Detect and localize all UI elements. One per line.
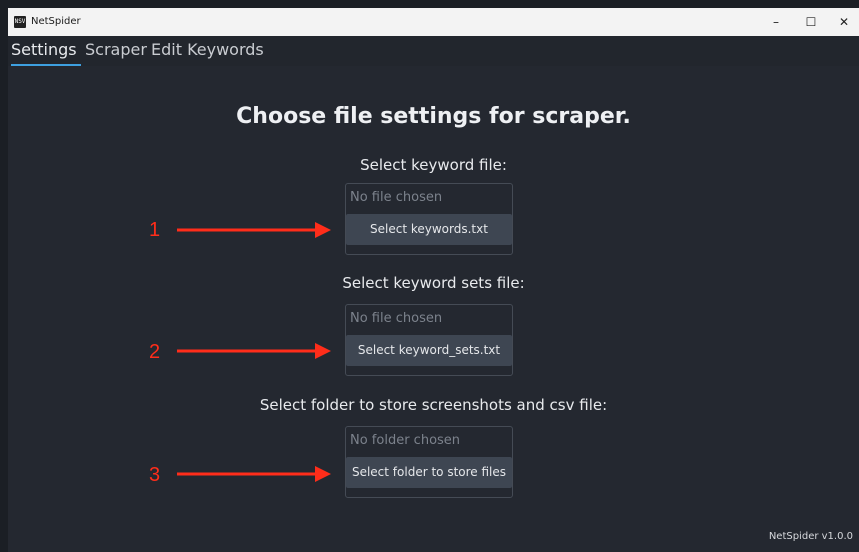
screenshot-folder-label: Select folder to store screenshots and c… — [259, 396, 608, 414]
tab-settings[interactable]: Settings — [11, 40, 77, 60]
version-label: NetSpider v1.0.0 — [768, 531, 853, 542]
window-title: NetSpider — [31, 16, 81, 27]
keyword-file-status: No file chosen — [350, 190, 443, 205]
close-button[interactable]: ✕ — [828, 8, 859, 36]
keyword-file-picker: No file chosen Select keywords.txt — [345, 183, 513, 255]
annotation-arrow-2-icon — [177, 343, 331, 359]
page-title: Choose file settings for scraper. — [236, 104, 631, 129]
annotation-arrow-1-icon — [177, 222, 331, 238]
annotation-number-1: 1 — [149, 219, 161, 241]
keyword-file-label: Select keyword file: — [360, 156, 507, 174]
screenshot-folder-picker: No folder chosen Select folder to store … — [345, 426, 513, 498]
annotation-number-3: 3 — [149, 464, 161, 486]
annotation-arrow-3-icon — [177, 466, 331, 482]
keyword-sets-file-picker: No file chosen Select keyword_sets.txt — [345, 304, 513, 376]
maximize-button[interactable]: ☐ — [795, 8, 827, 36]
annotation-number-2: 2 — [149, 341, 161, 363]
select-folder-button[interactable]: Select folder to store files — [346, 457, 512, 488]
keyword-sets-file-status: No file chosen — [350, 311, 443, 326]
app-logo-icon: NSV — [14, 16, 26, 28]
minimize-button[interactable]: – — [760, 8, 792, 36]
screenshot-folder-status: No folder chosen — [350, 433, 461, 448]
tab-scraper[interactable]: Scraper — [85, 40, 147, 60]
app-window: NSV NetSpider – ☐ ✕ Settings Scraper Edi… — [8, 8, 859, 552]
select-keywords-button[interactable]: Select keywords.txt — [346, 214, 512, 245]
select-keyword-sets-button[interactable]: Select keyword_sets.txt — [346, 335, 512, 366]
title-bar: NSV NetSpider – ☐ ✕ — [8, 8, 859, 36]
menu-bar: Settings Scraper Edit Keywords — [8, 36, 859, 66]
active-tab-indicator — [11, 64, 81, 66]
keyword-sets-file-label: Select keyword sets file: — [342, 274, 525, 292]
tab-edit-keywords[interactable]: Edit Keywords — [151, 40, 264, 60]
